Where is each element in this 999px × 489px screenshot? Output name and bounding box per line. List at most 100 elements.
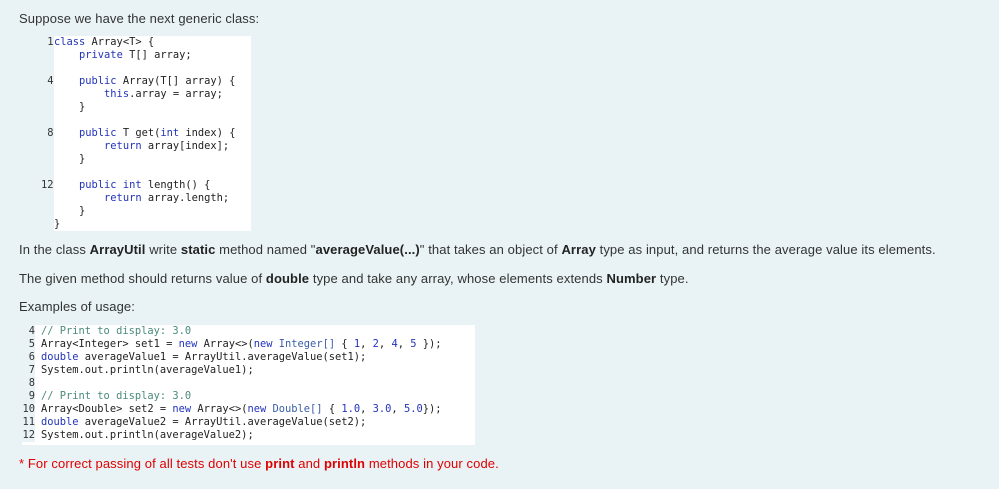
text-segment: The given method should returns value of	[19, 271, 266, 286]
text-segment: In the class	[19, 242, 90, 257]
line-number: 9	[28, 390, 35, 402]
code-token: length() {	[141, 179, 211, 191]
code-token: averageValue2 = ArrayUtil.averageValue(s…	[78, 416, 367, 428]
code-line: Array<Integer> set1 = new Array<>(new In…	[41, 338, 442, 351]
code-token: });	[416, 338, 442, 350]
text-segment: type.	[656, 271, 689, 286]
code-token: ,	[378, 338, 392, 350]
code-line: }	[54, 205, 251, 218]
text-segment: methods in your code.	[365, 456, 499, 471]
code-token: array[index];	[141, 140, 230, 152]
code-token: public	[79, 75, 117, 87]
code-token: 5.0	[403, 403, 423, 415]
code-token: {	[335, 338, 354, 350]
code-token: new	[172, 403, 192, 415]
bold-term: static	[180, 242, 216, 257]
line-number: 11	[22, 416, 35, 428]
code-token: new	[178, 338, 198, 350]
code-line: public int length() {	[54, 179, 251, 192]
code-token: new	[253, 338, 273, 350]
code-lines: class Array<T> { private T[] array; publ…	[54, 36, 251, 231]
code-token: index) {	[179, 127, 236, 139]
code-line: return array[index];	[54, 140, 251, 153]
code-token: return	[104, 192, 142, 204]
code-token: array.length;	[141, 192, 230, 204]
text-segment: write	[145, 242, 181, 257]
examples-label: Examples of usage:	[19, 299, 135, 314]
code-token: T[] array;	[122, 49, 192, 61]
text-segment: type and take any array, whose elements …	[309, 271, 607, 286]
code-token: public	[79, 179, 117, 191]
code-line: }	[54, 101, 251, 114]
code-token: });	[422, 403, 442, 415]
code-token: Double[]	[272, 403, 323, 415]
code-line: this.array = array;	[54, 88, 251, 101]
code-line: public T get(int index) {	[54, 127, 251, 140]
code-token: Array(T[] array) {	[116, 75, 236, 87]
code-line: return array.length;	[54, 192, 251, 205]
code-line: // Print to display: 3.0	[41, 325, 442, 338]
code-token: double	[41, 416, 79, 428]
code-token: int	[160, 127, 180, 139]
text-segment: * For correct passing of all tests don't…	[19, 456, 266, 471]
code-line: double averageValue2 = ArrayUtil.average…	[41, 416, 442, 429]
line-number: 5	[28, 338, 35, 350]
code-token: ,	[397, 338, 411, 350]
code-line: double averageValue1 = ArrayUtil.average…	[41, 351, 442, 364]
code-token: Integer[]	[278, 338, 336, 350]
bold-term: ArrayUtil	[89, 242, 146, 257]
task-paragraph-2: The given method should returns value of…	[19, 271, 689, 286]
code-token: ,	[360, 338, 373, 350]
code-line: }	[54, 153, 251, 166]
bold-term: Number	[606, 271, 657, 286]
intro-text: Suppose we have the next generic class:	[19, 11, 260, 26]
code-line: System.out.println(averageValue1);	[41, 364, 442, 377]
code-token: public	[79, 127, 117, 139]
code-token: ,	[360, 403, 373, 415]
code-token: return	[104, 140, 142, 152]
warning-note: * For correct passing of all tests don't…	[19, 456, 499, 471]
code-token: }	[54, 218, 61, 230]
line-number: 6	[28, 351, 35, 363]
code-token: // Print to display: 3.0	[41, 390, 192, 402]
bold-term: println	[323, 456, 366, 471]
text-segment: and	[294, 456, 324, 471]
code-line: private T[] array;	[54, 49, 251, 62]
code-token: }	[54, 153, 86, 165]
line-number: 4	[28, 325, 35, 337]
code-token: {	[322, 403, 342, 415]
code-token: }	[54, 205, 86, 217]
usage-code-block: 4 5 6 7 8 9 10 11 12 // Print to display: 3.0 Arr…	[0, 325, 475, 445]
line-number-gutter: 4 5 6 7 8 9 10 11 12	[0, 325, 35, 442]
class-code-block: 1 ▾234 ▾5678 ▾9101112 ▾131415 class Arra…	[28, 36, 251, 231]
text-segment: " that takes an object of	[419, 242, 562, 257]
code-token: Array<>(	[191, 403, 248, 415]
task-paragraph-1: In the class ArrayUtil write static meth…	[19, 242, 936, 257]
bold-term: print	[265, 456, 295, 471]
line-number: 7	[28, 364, 35, 376]
code-line: class Array<T> {	[54, 36, 251, 49]
line-number: 12	[22, 429, 35, 441]
code-token: Array<Double> set2 =	[41, 403, 173, 415]
code-line: }	[54, 218, 251, 231]
text-segment: method named "	[215, 242, 316, 257]
code-token: new	[247, 403, 267, 415]
code-token: }	[54, 101, 86, 113]
code-token: 1.0	[341, 403, 361, 415]
code-token: Array<>(	[197, 338, 254, 350]
text-segment: type as input, and returns the average v…	[595, 242, 936, 257]
code-token: class	[54, 36, 86, 48]
code-token: ,	[391, 403, 404, 415]
line-number: 8	[28, 377, 35, 389]
code-token: this	[104, 88, 130, 100]
bold-term: double	[265, 271, 310, 286]
